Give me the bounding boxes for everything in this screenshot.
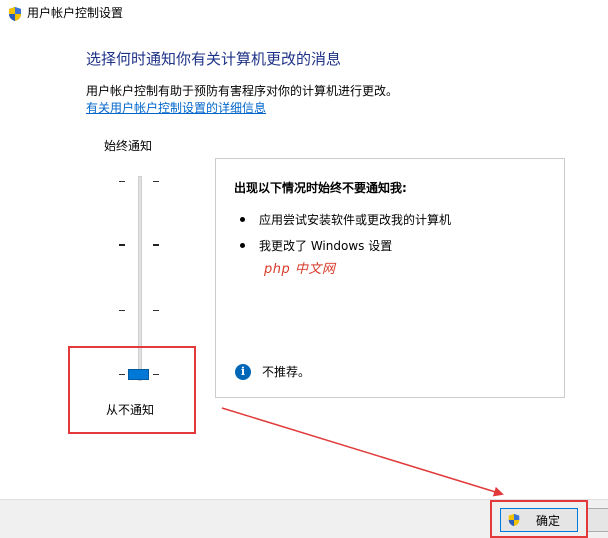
slider-tick [153, 244, 159, 246]
title-bar: 用户帐户控制设置 [0, 0, 608, 28]
slider-tick [119, 374, 125, 375]
recommendation-note: 不推荐。 [262, 365, 311, 379]
bullet-icon [240, 217, 245, 222]
cancel-button[interactable] [586, 508, 608, 532]
annotation-box-slider [68, 346, 196, 434]
slider-tick [119, 244, 125, 246]
page-description: 用户帐户控制有助于预防有害程序对你的计算机进行更改。 [86, 84, 399, 98]
ok-button-label: 确定 [535, 514, 560, 528]
notification-slider-thumb[interactable] [128, 369, 149, 380]
window-title: 用户帐户控制设置 [27, 6, 124, 20]
slider-top-label: 始终通知 [104, 139, 153, 153]
watermark: php 中文网 [264, 262, 336, 277]
list-item: 我更改了 Windows 设置 [240, 238, 392, 254]
bullet-icon [240, 243, 245, 248]
notification-slider-track[interactable] [138, 176, 142, 381]
uac-shield-icon [508, 513, 520, 527]
list-item-text: 应用尝试安装软件或更改我的计算机 [259, 213, 452, 227]
info-box-title: 出现以下情况时始终不要通知我: [234, 181, 407, 195]
list-item-text: 我更改了 Windows 设置 [259, 239, 393, 253]
info-icon: i [235, 364, 251, 380]
list-item: 应用尝试安装软件或更改我的计算机 [240, 212, 451, 228]
slider-tick [153, 181, 159, 182]
uac-shield-icon [9, 7, 21, 21]
uac-settings-window: 用户帐户控制设置 选择何时通知你有关计算机更改的消息 用户帐户控制有助于预防有害… [0, 0, 608, 538]
slider-bottom-label: 从不通知 [106, 403, 155, 417]
uac-help-link[interactable]: 有关用户帐户控制设置的详细信息 [86, 100, 266, 116]
slider-tick [153, 310, 159, 311]
slider-tick [119, 310, 125, 311]
ok-button[interactable]: 确定 [500, 508, 578, 532]
slider-tick [153, 374, 159, 375]
page-heading: 选择何时通知你有关计算机更改的消息 [86, 50, 342, 68]
slider-tick [119, 181, 125, 182]
setting-description-box: 出现以下情况时始终不要通知我: 应用尝试安装软件或更改我的计算机 我更改了 Wi… [215, 158, 565, 398]
